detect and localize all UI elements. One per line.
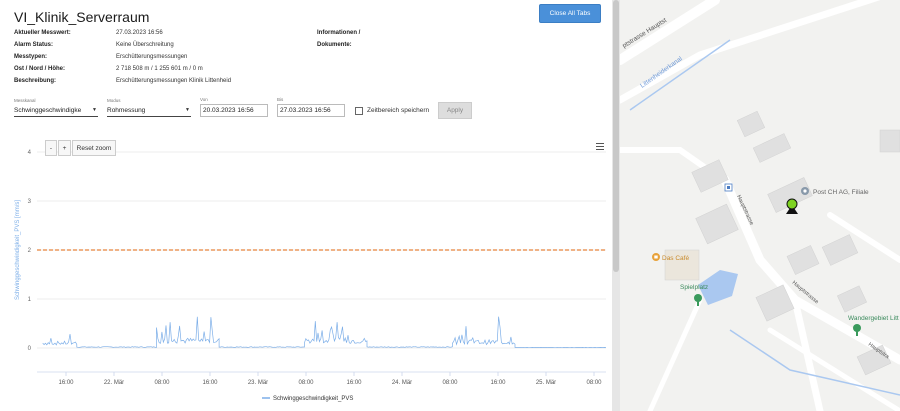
map-canvas[interactable]: ptstrasse Hauptst Littenheiderkanal Post…	[620, 0, 900, 411]
map-label-post: Post CH AG, Filiale	[813, 189, 869, 196]
x-tick-label: 24. Mär	[392, 380, 412, 386]
save-range-checkbox[interactable]	[355, 107, 363, 115]
y-tick-label: 2	[28, 248, 32, 254]
info-label: Beschreibung:	[14, 78, 57, 84]
info-label: Alarm Status:	[14, 42, 54, 48]
info-documents-label: Dokumente:	[317, 42, 352, 48]
info-value: Erschütterungsmessungen	[116, 54, 188, 60]
bus-stop-icon[interactable]	[724, 183, 733, 192]
info-documents: Informationen / Dokumente:	[317, 27, 360, 51]
von-label: Von	[200, 97, 208, 102]
messkanal-label: Messkanal	[14, 98, 36, 103]
measurement-panel: VI_Klinik_Serverraum Close All Tabs Aktu…	[0, 0, 612, 411]
chevron-down-icon: ▼	[185, 107, 190, 113]
measurement-location-marker-icon[interactable]	[786, 198, 798, 214]
x-tick-label: 22. Mär	[104, 380, 124, 386]
info-labels: Aktueller Messwert: Alarm Status: Messty…	[14, 27, 71, 87]
x-tick-label: 08:00	[154, 380, 170, 386]
canal-line	[629, 39, 731, 111]
map-view[interactable]: ptstrasse Hauptst Littenheiderkanal Post…	[620, 0, 900, 411]
bis-date-input[interactable]: 27.03.2023 16:56	[277, 104, 345, 117]
von-date-input[interactable]: 20.03.2023 16:56	[200, 104, 268, 117]
info-value: Erschütterungsmessungen Klinik Littenhei…	[116, 78, 232, 84]
y-tick-label: 3	[28, 199, 32, 205]
chevron-down-icon: ▼	[92, 107, 97, 113]
info-documents-label: Informationen /	[317, 30, 361, 36]
y-tick-label: 0	[28, 346, 32, 352]
panel-splitter[interactable]	[612, 0, 620, 411]
vibration-chart: 0 1 2 3 4 Schwinggeschwindigkeit_PVS [mm/s] 16…	[15, 150, 607, 402]
post-office-icon[interactable]	[801, 187, 809, 195]
messkanal-select[interactable]: Schwinggeschwindigke ▼	[14, 104, 98, 117]
modus-select[interactable]: Rohmessung ▼	[107, 104, 191, 117]
modus-value: Rohmessung	[107, 106, 146, 114]
chart-menu-icon[interactable]	[596, 143, 604, 151]
modus-label: Modus	[107, 98, 121, 103]
map-label-cafe: Das Café	[662, 255, 689, 262]
info-value: 27.03.2023 16:56	[116, 30, 163, 36]
info-values: 27.03.2023 16:56 Keine Überschreitung Er…	[116, 27, 231, 87]
x-tick-label: 08:00	[586, 380, 602, 386]
map-label-hiking: Wandergebiet Litt	[848, 315, 899, 322]
save-range-label: Zeitbereich speichern	[367, 107, 430, 114]
x-tick-label: 25. Mär	[536, 380, 556, 386]
cafe-pin-icon[interactable]	[652, 253, 660, 261]
reset-zoom-button[interactable]: Reset zoom	[72, 140, 116, 156]
map-label-canal: Littenheiderkanal	[639, 55, 684, 89]
info-label: Aktueller Messwert:	[14, 30, 71, 36]
x-tick-label: 08:00	[298, 380, 314, 386]
zoom-in-button[interactable]: +	[58, 140, 71, 156]
x-tick-label: 16:00	[58, 380, 74, 386]
zoom-out-button[interactable]: -	[45, 140, 57, 156]
page-title: VI_Klinik_Serverraum	[14, 9, 150, 25]
apply-button[interactable]: Apply	[438, 102, 472, 119]
legend-label: Schwinggeschwindigkeit_PVS	[273, 396, 353, 402]
series-line	[42, 316, 607, 349]
y-axis-title: Schwinggeschwindigkeit_PVS [mm/s]	[15, 200, 21, 300]
info-value: Keine Überschreitung	[116, 42, 174, 48]
x-tick-label: 16:00	[202, 380, 218, 386]
x-tick-label: 23. Mär	[248, 380, 268, 386]
y-tick-label: 1	[28, 297, 32, 303]
info-label: Ost / Nord / Höhe:	[14, 66, 65, 72]
info-label: Messtypen:	[14, 54, 48, 60]
info-value: 2 718 508 m / 1 255 601 m / 0 m	[116, 66, 203, 72]
map-label-playground: Spielplatz	[680, 284, 708, 291]
bis-label: Bis	[277, 97, 284, 102]
close-all-tabs-button[interactable]: Close All Tabs	[539, 4, 601, 23]
x-tick-label: 16:00	[346, 380, 362, 386]
x-tick-label: 16:00	[490, 380, 506, 386]
y-tick-label: 4	[28, 150, 32, 156]
x-tick-label: 08:00	[442, 380, 458, 386]
scrollbar-thumb[interactable]	[613, 0, 619, 272]
messkanal-value: Schwinggeschwindigke	[14, 106, 82, 114]
